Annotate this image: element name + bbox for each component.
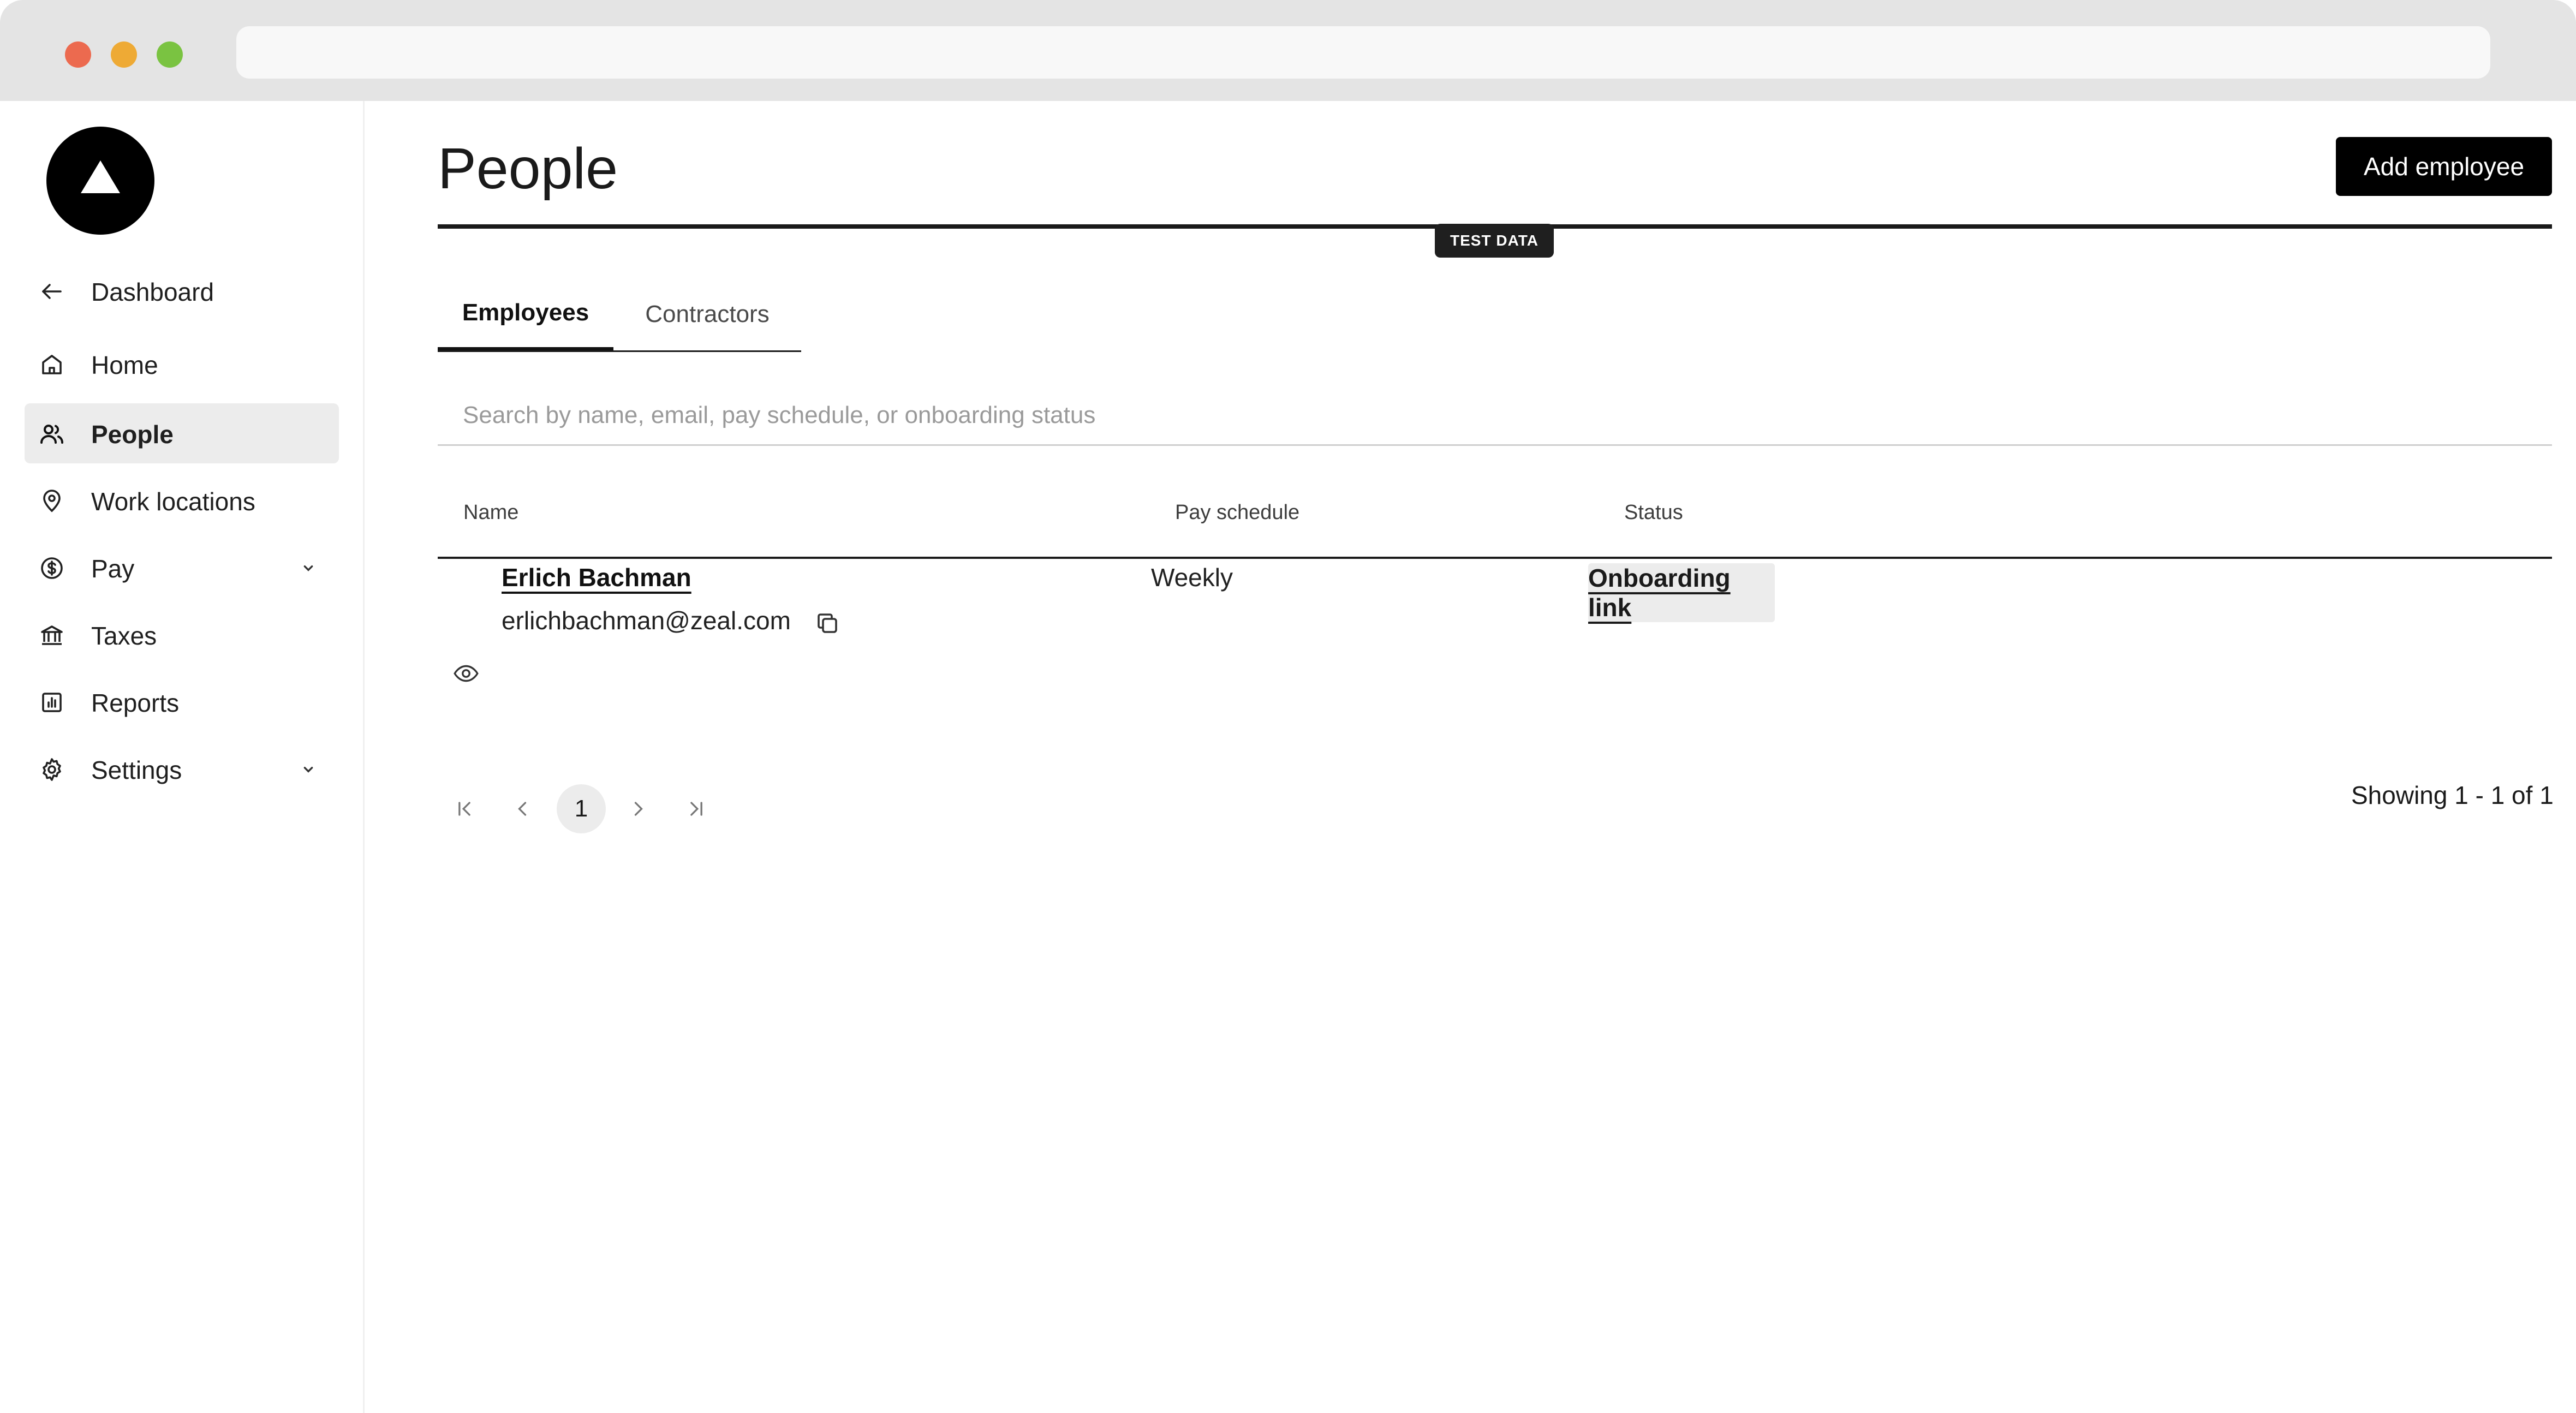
sidebar-item-label: Work locations xyxy=(91,487,255,516)
sidebar-item-settings[interactable]: Settings xyxy=(25,739,339,799)
column-header-pay-schedule: Pay schedule xyxy=(1175,501,1300,524)
home-icon xyxy=(42,355,62,374)
sidebar-item-reports[interactable]: Reports xyxy=(25,672,339,732)
sidebar-item-home[interactable]: Home xyxy=(25,334,339,394)
tab-contractors[interactable]: Contractors xyxy=(613,278,801,350)
first-page-button[interactable] xyxy=(440,784,489,833)
sidebar-item-pay[interactable]: Pay xyxy=(25,538,339,598)
browser-chrome xyxy=(0,0,2576,101)
column-header-name: Name xyxy=(463,501,519,524)
search-input[interactable] xyxy=(438,386,2552,446)
sidebar-item-label: Dashboard xyxy=(91,278,214,306)
test-data-badge: TEST DATA xyxy=(1435,224,1554,258)
copy-icon[interactable] xyxy=(814,610,840,636)
chevron-down-icon xyxy=(303,565,313,571)
previous-page-button[interactable] xyxy=(498,784,547,833)
page-title: People xyxy=(438,136,618,201)
chart-icon xyxy=(42,693,62,712)
logo[interactable] xyxy=(46,127,154,235)
onboarding-link-button[interactable]: Onboarding link xyxy=(1588,563,1775,622)
sidebar-item-dashboard[interactable]: Dashboard xyxy=(25,261,339,321)
sidebar-item-taxes[interactable]: Taxes xyxy=(25,605,339,665)
table-row: Erlich Bachman erlichbachman@zeal.com We… xyxy=(438,559,2552,750)
tab-bar: Employees Contractors xyxy=(438,278,801,352)
sidebar-item-work-locations[interactable]: Work locations xyxy=(25,470,339,530)
add-employee-button[interactable]: Add employee xyxy=(2336,137,2552,196)
chevron-right-icon xyxy=(634,802,643,816)
next-page-button[interactable] xyxy=(614,784,663,833)
tab-employees[interactable]: Employees xyxy=(438,278,613,350)
address-bar[interactable] xyxy=(236,26,2490,79)
window-close-button[interactable] xyxy=(65,41,91,68)
triangle-logo-icon xyxy=(81,160,120,193)
last-page-icon xyxy=(690,802,702,816)
column-header-status: Status xyxy=(1624,501,1683,524)
employee-email: erlichbachman@zeal.com xyxy=(502,606,791,635)
chevron-left-icon xyxy=(518,802,527,816)
people-icon xyxy=(40,425,63,444)
sidebar-item-label: People xyxy=(91,420,174,449)
arrow-left-icon xyxy=(42,284,62,299)
bank-icon xyxy=(41,625,63,645)
employee-name-link[interactable]: Erlich Bachman xyxy=(502,563,691,592)
sidebar-item-label: Taxes xyxy=(91,622,157,650)
location-pin-icon xyxy=(43,490,61,512)
gear-icon xyxy=(43,758,61,781)
sidebar-item-people[interactable]: People xyxy=(25,403,339,463)
sidebar-item-label: Reports xyxy=(91,689,180,717)
eye-icon[interactable] xyxy=(452,660,480,687)
main-content: People Add employee TEST DATA Employees … xyxy=(365,101,2576,1413)
window-maximize-button[interactable] xyxy=(157,41,183,68)
pagination-summary: Showing 1 - 1 of 1 xyxy=(2351,781,2554,809)
pay-schedule-value: Weekly xyxy=(1151,563,1233,592)
window-minimize-button[interactable] xyxy=(111,41,137,68)
sidebar-item-label: Settings xyxy=(91,756,182,784)
dollar-circle-icon xyxy=(41,557,63,579)
last-page-button[interactable] xyxy=(672,784,721,833)
sidebar-item-label: Pay xyxy=(91,555,135,583)
sidebar-item-label: Home xyxy=(91,351,158,379)
page-number-button[interactable]: 1 xyxy=(557,784,606,833)
first-page-icon xyxy=(458,802,470,816)
chevron-down-icon xyxy=(303,767,313,773)
sidebar: Dashboard Home People Work locations Pay xyxy=(0,101,365,1413)
